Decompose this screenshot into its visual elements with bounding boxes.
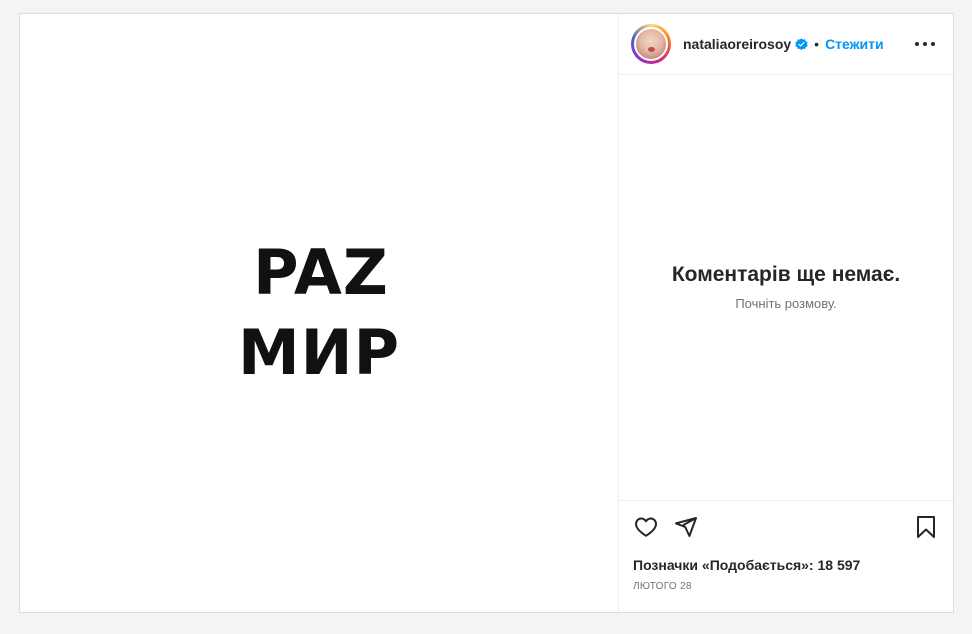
bookmark-icon[interactable] xyxy=(913,514,939,540)
avatar-story-ring[interactable] xyxy=(631,24,671,64)
share-icon[interactable] xyxy=(673,514,699,540)
action-bar xyxy=(633,501,939,553)
post-actions: Позначки «Подобається»: 18 597 лютого 28 xyxy=(619,501,953,612)
post-header: nataliaoreirosoy • Стежити xyxy=(619,14,953,75)
username-link[interactable]: nataliaoreirosoy xyxy=(683,36,791,52)
media-text-line2: МИР xyxy=(237,316,401,389)
post-date[interactable]: лютого 28 xyxy=(633,581,939,592)
separator-dot: • xyxy=(814,36,820,52)
heart-icon[interactable] xyxy=(633,514,659,540)
avatar[interactable] xyxy=(634,27,668,61)
post-sidebar: nataliaoreirosoy • Стежити Коментарів ще… xyxy=(619,14,953,612)
follow-button[interactable]: Стежити xyxy=(825,36,884,52)
more-options-icon[interactable] xyxy=(915,36,935,52)
post-media[interactable]: PAZ МИР xyxy=(20,14,619,612)
no-comments-title: Коментарів ще немає. xyxy=(671,263,901,286)
media-text-line1: PAZ xyxy=(253,236,389,309)
post-dialog: PAZ МИР nataliaoreirosoy • Стежити Комен… xyxy=(19,13,954,613)
comments-section: Коментарів ще немає. Почніть розмову. xyxy=(619,75,953,501)
verified-badge-icon xyxy=(795,37,808,51)
likes-count[interactable]: Позначки «Подобається»: 18 597 xyxy=(633,557,939,573)
start-conversation-text: Почніть розмову. xyxy=(735,296,837,311)
